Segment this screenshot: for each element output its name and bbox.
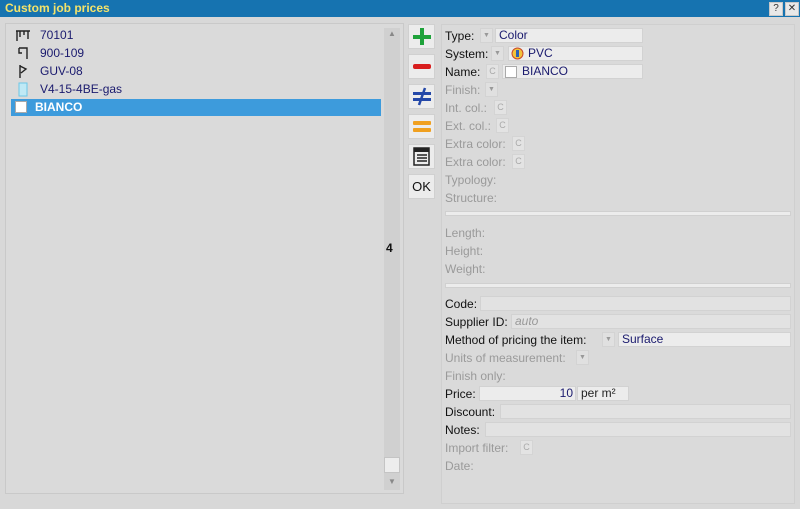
price-unit: per m² bbox=[577, 386, 629, 401]
scroll-indicator: 4 bbox=[386, 241, 393, 255]
remove-button[interactable] bbox=[408, 54, 435, 79]
date-label: Date: bbox=[445, 459, 474, 473]
list-item-label: GUV-08 bbox=[40, 64, 83, 78]
scroll-down-icon[interactable]: ▼ bbox=[384, 476, 400, 488]
minus-icon bbox=[413, 64, 431, 69]
finish-dropdown-icon[interactable]: ▼ bbox=[485, 82, 498, 97]
window-title: Custom job prices bbox=[5, 1, 110, 15]
finish-only-label: Finish only: bbox=[445, 369, 506, 383]
profile-shape-icon bbox=[16, 30, 30, 41]
import-filter-c-button[interactable]: C bbox=[520, 440, 533, 455]
list-scrollbar[interactable]: ▲ 4 ▼ bbox=[384, 28, 400, 490]
structure-label: Structure: bbox=[445, 191, 498, 205]
system-dropdown-icon[interactable]: ▼ bbox=[491, 46, 504, 61]
list-item[interactable]: 900-109 bbox=[11, 45, 381, 62]
import-filter-label: Import filter: bbox=[445, 441, 509, 455]
profile-shape-icon bbox=[18, 47, 28, 59]
close-button[interactable]: ✕ bbox=[785, 2, 799, 16]
name-c-button[interactable]: C bbox=[486, 64, 499, 79]
code-label: Code: bbox=[445, 297, 478, 311]
type-field[interactable]: Color bbox=[495, 28, 643, 43]
glass-icon bbox=[18, 82, 28, 97]
title-bar: Custom job prices ? ✕ bbox=[0, 0, 800, 17]
pricing-method-dropdown-icon[interactable]: ▼ bbox=[602, 332, 615, 347]
extra-color-label: Extra color: bbox=[445, 137, 506, 151]
discount-field[interactable] bbox=[500, 404, 791, 419]
extra-color-c-button[interactable]: C bbox=[512, 136, 525, 151]
name-label: Name: bbox=[445, 65, 481, 79]
list-item-label: 70101 bbox=[40, 28, 74, 42]
system-label: System: bbox=[445, 47, 489, 61]
height-label: Height: bbox=[445, 244, 484, 258]
notes-field[interactable] bbox=[485, 422, 791, 437]
pricing-method-label: Method of pricing the item: bbox=[445, 333, 587, 347]
pricing-method-field[interactable]: Surface bbox=[618, 332, 791, 347]
type-label: Type: bbox=[445, 29, 475, 43]
code-field[interactable] bbox=[480, 296, 791, 311]
int-col-label: Int. col.: bbox=[445, 101, 488, 115]
supplier-id-field[interactable]: auto bbox=[511, 314, 791, 329]
extra-color-label-2: Extra color: bbox=[445, 155, 506, 169]
discount-label: Discount: bbox=[445, 405, 496, 419]
system-field[interactable]: PVC bbox=[508, 46, 643, 61]
ext-col-c-button[interactable]: C bbox=[496, 118, 509, 133]
equal-icon bbox=[413, 121, 431, 132]
plus-icon bbox=[413, 28, 431, 45]
scroll-thumb[interactable] bbox=[384, 457, 400, 473]
list-item[interactable]: 70101 bbox=[11, 27, 381, 44]
equal-button[interactable] bbox=[408, 114, 435, 139]
list-item[interactable]: V4-15-4BE-gas bbox=[11, 81, 381, 98]
list-item-label: V4-15-4BE-gas bbox=[40, 82, 123, 96]
finish-label: Finish: bbox=[445, 83, 481, 97]
units-label: Units of measurement: bbox=[445, 351, 566, 365]
price-label: Price: bbox=[445, 387, 476, 401]
weight-label: Weight: bbox=[445, 262, 486, 276]
units-dropdown-icon[interactable]: ▼ bbox=[576, 350, 589, 365]
help-button[interactable]: ? bbox=[769, 2, 783, 16]
add-button[interactable] bbox=[408, 24, 435, 49]
type-dropdown-icon[interactable]: ▼ bbox=[480, 28, 493, 43]
list-item[interactable]: GUV-08 bbox=[11, 63, 381, 80]
color-swatch-icon bbox=[505, 66, 517, 78]
ok-button[interactable]: OK bbox=[408, 174, 435, 199]
item-list: 70101 900-109 GUV-08 V4-15-4BE-gas BIANC… bbox=[5, 23, 404, 494]
not-equal-button[interactable] bbox=[408, 84, 435, 109]
color-swatch-icon bbox=[15, 101, 27, 113]
length-label: Length: bbox=[445, 226, 486, 240]
notes-label: Notes: bbox=[445, 423, 480, 437]
list-item-selected[interactable]: BIANCO bbox=[11, 99, 381, 116]
scroll-up-icon[interactable]: ▲ bbox=[384, 28, 400, 40]
separator bbox=[445, 211, 791, 216]
price-field[interactable]: 10 bbox=[479, 386, 576, 401]
typology-label: Typology: bbox=[445, 173, 497, 187]
list-item-label: 900-109 bbox=[40, 46, 85, 60]
int-col-c-button[interactable]: C bbox=[494, 100, 507, 115]
extra-color-c-button-2[interactable]: C bbox=[512, 154, 525, 169]
table-icon bbox=[413, 147, 430, 166]
table-button[interactable] bbox=[408, 144, 435, 169]
ext-col-label: Ext. col.: bbox=[445, 119, 492, 133]
separator bbox=[445, 283, 791, 288]
not-equal-icon bbox=[413, 87, 431, 106]
name-field[interactable]: BIANCO bbox=[502, 64, 643, 79]
pvc-icon bbox=[511, 47, 524, 60]
profile-shape-icon bbox=[19, 65, 28, 78]
supplier-id-label: Supplier ID: bbox=[445, 315, 508, 329]
list-item-label: BIANCO bbox=[35, 100, 83, 114]
